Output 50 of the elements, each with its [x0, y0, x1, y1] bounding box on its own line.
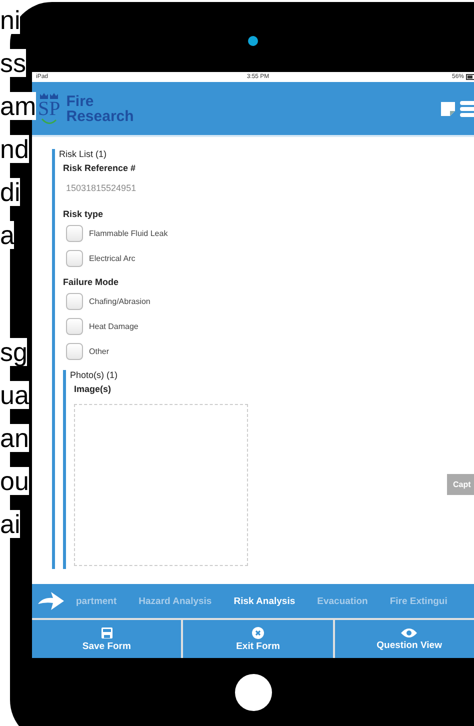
action-button[interactable]: Exit Form	[183, 620, 333, 658]
note-icon[interactable]	[440, 100, 456, 116]
checkbox[interactable]	[66, 343, 83, 360]
checkbox[interactable]	[66, 293, 83, 310]
tab[interactable]: Fire Extingui	[378, 596, 458, 606]
slide-text: ai	[0, 510, 20, 538]
checkbox-label: Other	[89, 347, 110, 356]
logo-text: SP	[38, 100, 60, 118]
save-icon	[100, 626, 113, 638]
checkbox-label: Flammable Fluid Leak	[89, 229, 168, 238]
app-title: Research	[66, 108, 134, 124]
slide-text: an	[0, 424, 29, 452]
swoosh-icon	[41, 118, 58, 126]
checkbox[interactable]	[66, 318, 83, 335]
checkbox[interactable]	[66, 250, 83, 267]
action-button[interactable]: Save Form	[32, 620, 182, 658]
slide-text: ou	[0, 467, 29, 495]
tab[interactable]: partment	[65, 596, 128, 606]
close-icon	[252, 626, 264, 638]
slide-text: nd	[0, 135, 29, 163]
action-button[interactable]: Question View	[334, 620, 474, 658]
image-placeholder[interactable]	[74, 404, 248, 566]
slide-text: am	[0, 92, 36, 120]
checkbox-label: Chafing/Abrasion	[89, 297, 150, 306]
home-button[interactable]	[235, 674, 272, 711]
arrow-icon[interactable]	[37, 591, 65, 611]
checkbox-label: Electrical Arc	[89, 254, 136, 263]
slide-text: a	[0, 221, 14, 249]
section-legend: Risk List (1)	[59, 149, 474, 159]
tab[interactable]: Risk Analysis	[222, 596, 306, 606]
camera-icon	[248, 36, 258, 46]
app-title: Fire	[66, 94, 95, 108]
slide-text: ss	[0, 49, 26, 77]
slide-text: sg	[0, 338, 28, 366]
field-label: Failure Mode	[63, 277, 120, 287]
field-label: Risk Reference #	[63, 163, 137, 173]
tab[interactable]: Hazard Analysis	[128, 596, 223, 606]
eye-icon	[401, 628, 418, 638]
slide-text: di	[0, 178, 20, 206]
menu-icon[interactable]	[460, 100, 474, 116]
field-label: Image(s)	[74, 384, 112, 394]
checkbox[interactable]	[66, 225, 83, 242]
slide-text: ua	[0, 381, 29, 409]
field-label: Risk type	[63, 209, 104, 219]
capture-button[interactable]: Capt	[447, 474, 474, 495]
checkbox-label: Heat Damage	[89, 322, 138, 331]
field-value: 15031815524951	[66, 183, 138, 193]
tab[interactable]: Evacuation	[306, 596, 379, 606]
crowns-icon	[39, 92, 60, 100]
section-legend: Photo(s) (1)	[70, 370, 474, 380]
